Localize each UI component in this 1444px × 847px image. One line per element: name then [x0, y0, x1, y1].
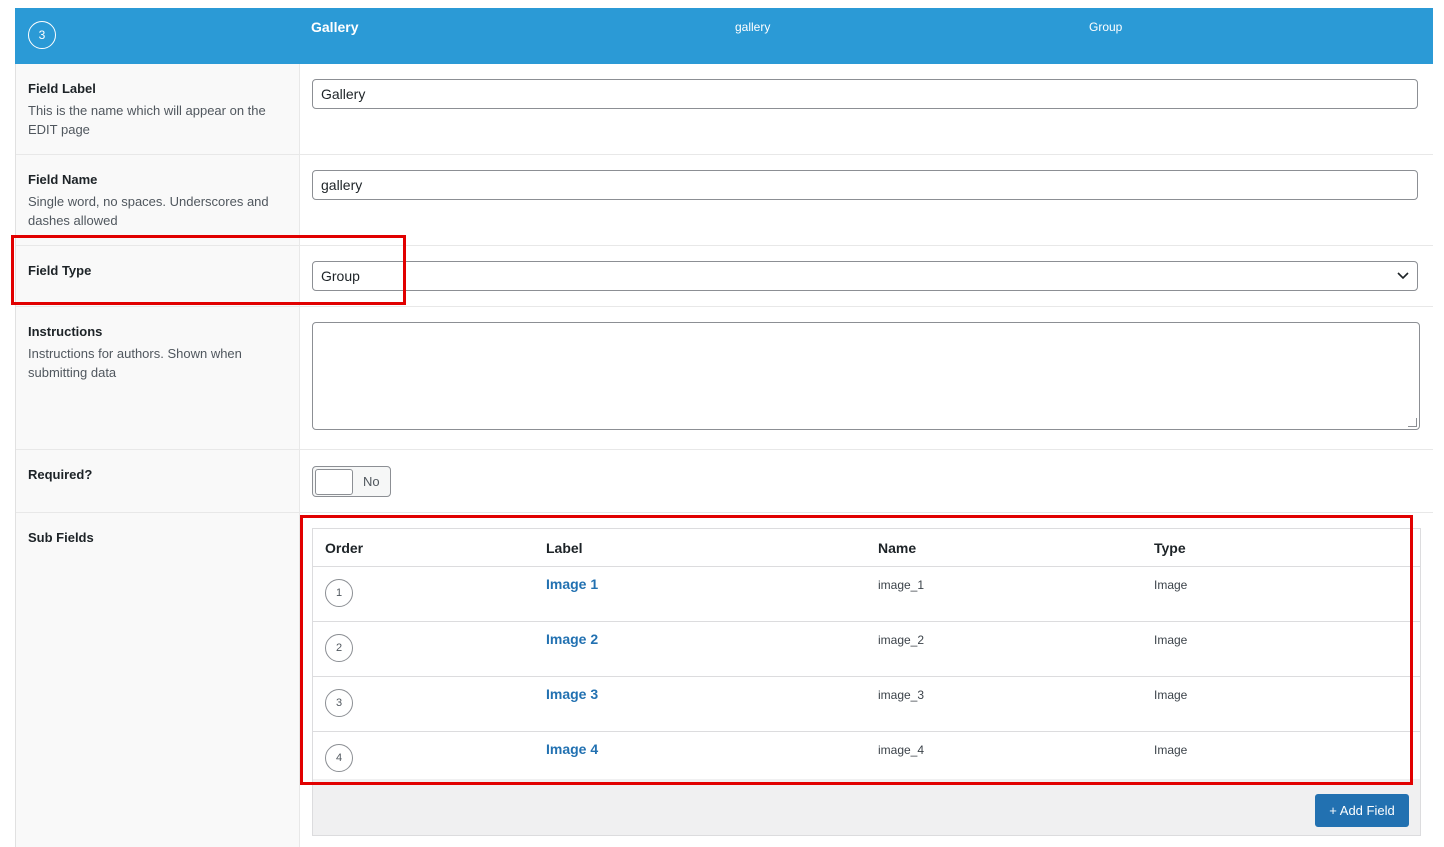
required-toggle[interactable]: No	[312, 466, 391, 497]
instructions-textarea[interactable]	[312, 322, 1420, 430]
field-header-bar[interactable]: 3 Gallery gallery Group	[15, 8, 1433, 64]
row-divider	[16, 449, 1433, 450]
field-label-description: This is the name which will appear on th…	[28, 103, 266, 137]
chevron-down-icon	[1397, 262, 1409, 299]
toggle-state-text: No	[363, 474, 380, 489]
field-name-input[interactable]: gallery	[312, 170, 1418, 200]
field-label-title: Field Label	[28, 81, 96, 96]
row-divider	[16, 306, 1433, 307]
instructions-title: Instructions	[28, 324, 103, 339]
row-divider	[16, 512, 1433, 513]
toggle-knob	[315, 469, 353, 495]
sub-fields-title: Sub Fields	[28, 530, 94, 545]
field-header-name: gallery	[735, 20, 771, 34]
row-divider	[16, 154, 1433, 155]
field-name-title: Field Name	[28, 172, 98, 187]
field-header-type: Group	[1089, 20, 1123, 34]
field-label-input[interactable]: Gallery	[312, 79, 1418, 109]
resize-handle-icon[interactable]	[1408, 418, 1417, 427]
field-type-highlight-box	[11, 235, 406, 305]
field-type-select[interactable]: Group	[312, 261, 1418, 291]
instructions-description: Instructions for authors. Shown when sub…	[28, 346, 242, 380]
add-field-button[interactable]: + Add Field	[1315, 794, 1409, 827]
field-order-badge: 3	[28, 21, 56, 49]
field-name-description: Single word, no spaces. Underscores and …	[28, 194, 269, 228]
required-title: Required?	[28, 467, 93, 482]
sub-fields-highlight-box	[300, 515, 1413, 785]
field-header-label: Gallery	[311, 19, 359, 35]
